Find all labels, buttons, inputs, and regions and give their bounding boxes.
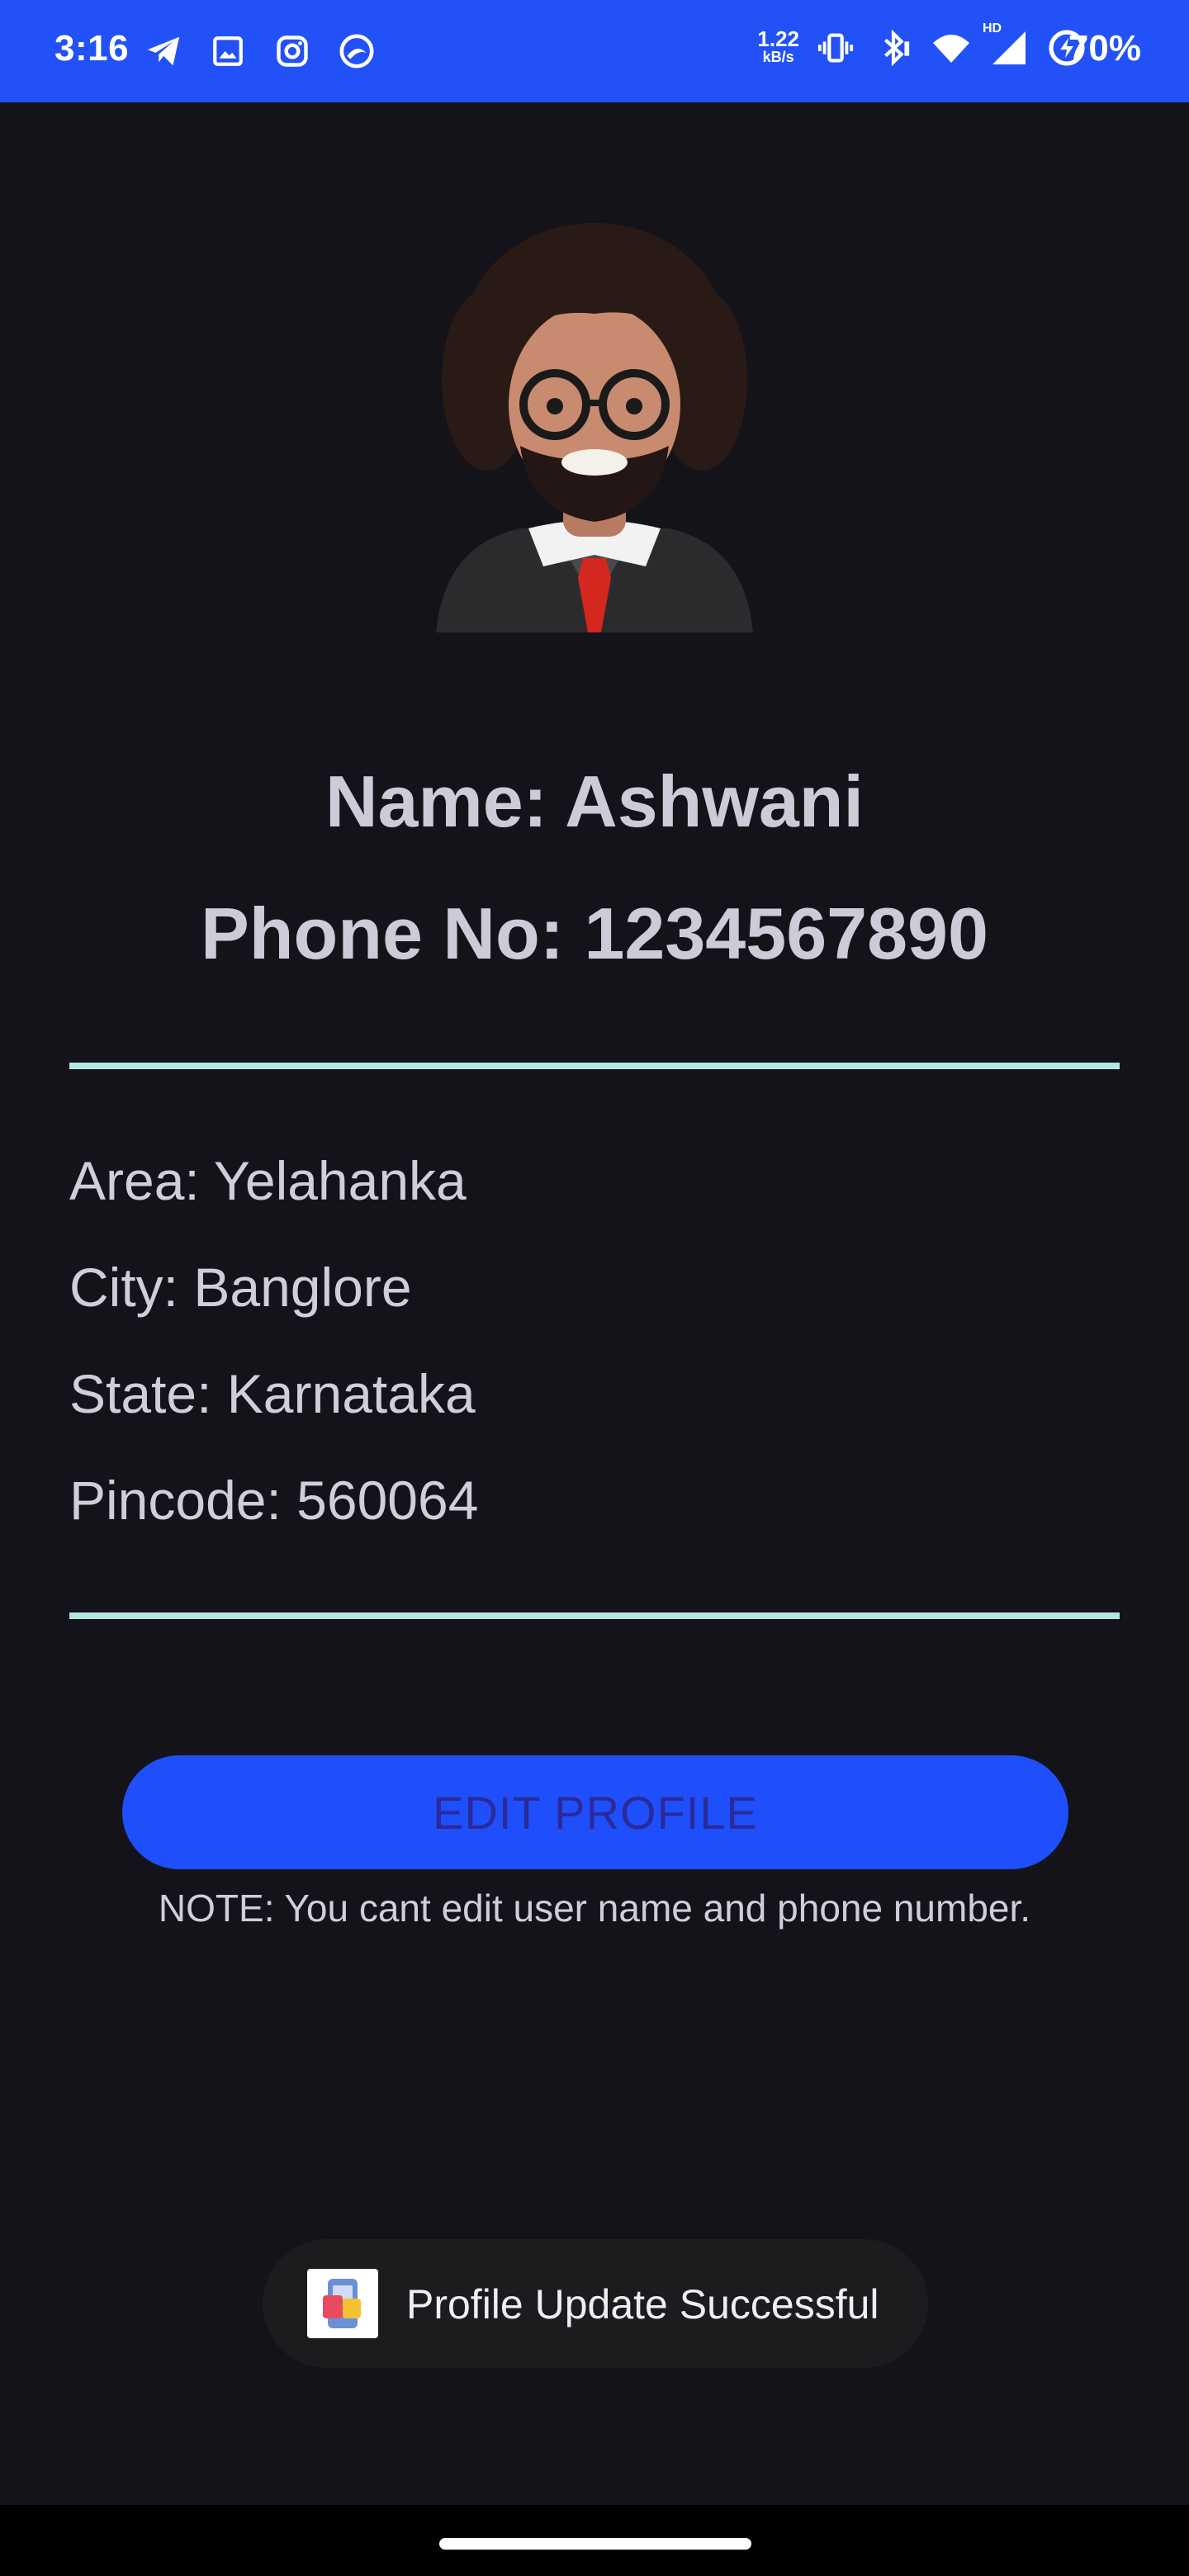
status-bar: 3:16 1.22 kB/s HD 70% (0, 0, 1189, 102)
system-icons: 1.22 kB/s HD (757, 21, 1088, 69)
profile-phone: Phone No: 1234567890 (201, 893, 988, 974)
status-time: 3:16 (54, 28, 130, 69)
gallery-icon (206, 30, 249, 73)
toast-message: Profile Update Successful (406, 2281, 879, 2327)
network-speed-unit: kB/s (762, 49, 794, 65)
profile-area: Area: Yelahanka (69, 1150, 467, 1211)
network-badge: HD (983, 21, 1002, 36)
profile-name: Name: Ashwani (324, 760, 864, 842)
network-speed: 1.22 kB/s (757, 28, 799, 66)
home-gesture-handle[interactable] (439, 2538, 751, 2550)
profile-pincode: Pincode: 560064 (69, 1470, 479, 1531)
telegram-icon (142, 30, 185, 73)
instagram-icon (271, 30, 314, 73)
avatar (429, 215, 760, 632)
battery-percentage: 70% (1068, 28, 1141, 69)
signal-icon: HD (983, 21, 1030, 69)
bluetooth-icon (872, 26, 915, 69)
edit-profile-button[interactable]: EDIT PROFILE (122, 1755, 1068, 1869)
divider-bottom (69, 1612, 1120, 1619)
vibrate-icon (814, 26, 857, 69)
notification-icons (142, 30, 378, 73)
wifi-icon (930, 26, 973, 69)
app-icon (335, 30, 378, 73)
profile-state: State: Karnataka (69, 1363, 476, 1424)
navigation-bar (0, 2505, 1189, 2576)
edit-note: NOTE: You cant edit user name and phone … (158, 1887, 1031, 1930)
app-shopping-icon (307, 2269, 378, 2338)
profile-city: City: Banglore (69, 1257, 412, 1318)
toast-notification: Profile Update Successful (263, 2239, 928, 2368)
divider-top (69, 1063, 1120, 1069)
